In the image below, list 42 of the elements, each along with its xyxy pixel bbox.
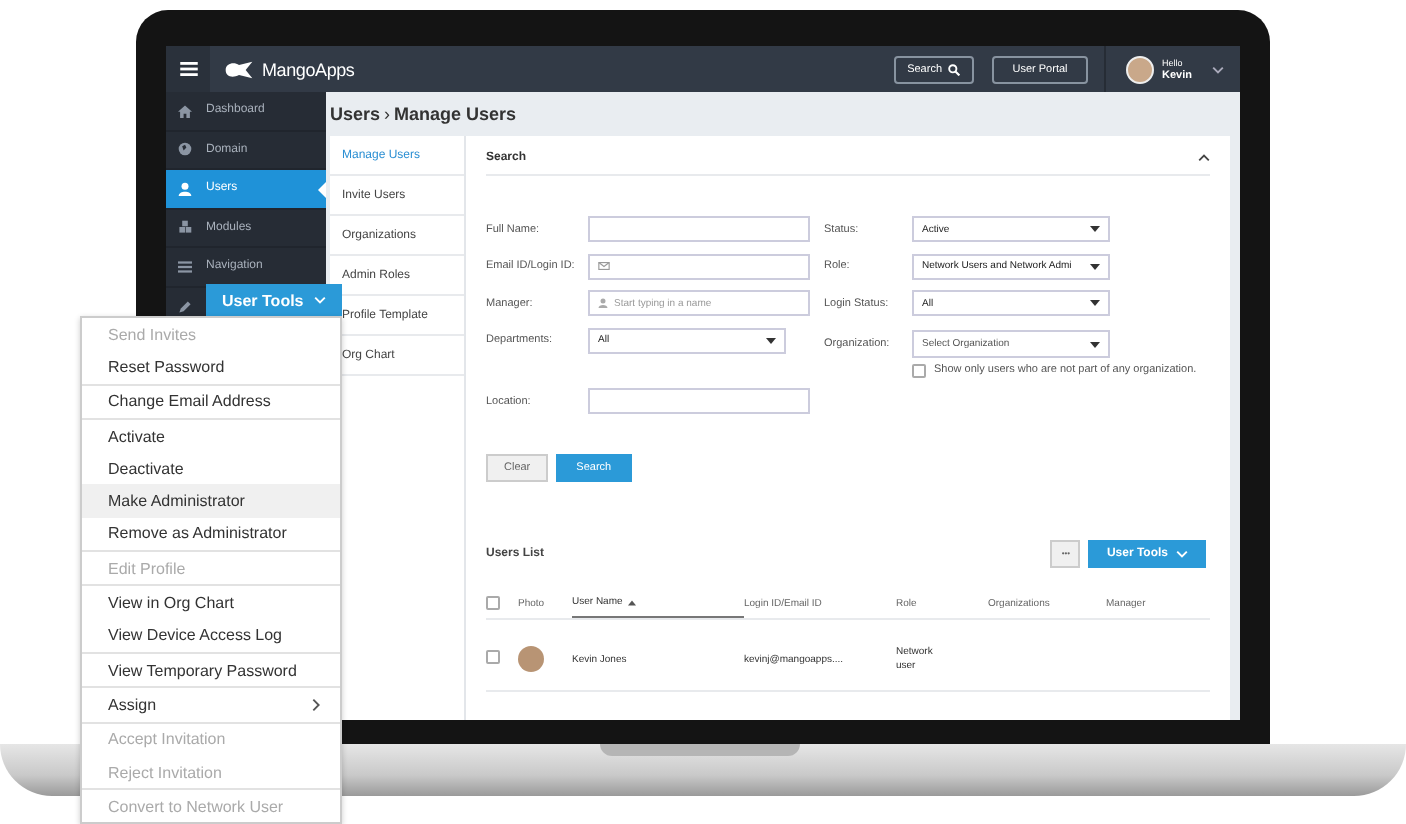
menu-item[interactable]: Deactivate: [82, 452, 340, 485]
search-icon: [948, 63, 961, 75]
user-avatar: [518, 646, 544, 672]
home-icon: [178, 103, 192, 118]
menu-item[interactable]: Change Email Address: [82, 385, 340, 418]
mango-logo-icon: [222, 59, 256, 79]
chevron-down-icon: [1212, 65, 1224, 73]
chevron-down-icon: [1176, 549, 1188, 557]
caret-down-icon: [766, 337, 776, 343]
menu-item[interactable]: View in Org Chart: [82, 586, 340, 620]
menu-item[interactable]: View Temporary Password: [82, 653, 340, 687]
envelope-icon: [598, 262, 610, 270]
checkbox[interactable]: [486, 650, 500, 664]
input-field[interactable]: [588, 216, 810, 242]
menu-item[interactable]: Assign: [82, 688, 340, 722]
menu-item[interactable]: View Device Access Log: [82, 619, 340, 652]
list-icon: [178, 259, 192, 274]
caret-down-icon: [1090, 300, 1100, 306]
menu-icon[interactable]: [179, 62, 197, 76]
chevron-down-icon: [313, 296, 326, 304]
person-icon: [598, 298, 608, 308]
menu-item[interactable]: Remove as Administrator: [82, 517, 340, 551]
cubes-icon: [178, 220, 192, 235]
chevron-right-icon: [312, 697, 320, 712]
input-field[interactable]: [588, 388, 810, 414]
globe-icon: [178, 142, 192, 157]
collapse-icon[interactable]: [1198, 154, 1210, 162]
caret-down-icon: [1090, 226, 1100, 232]
app-logo-text: MangoApps: [262, 59, 355, 79]
user-icon: [178, 181, 192, 196]
checkbox[interactable]: [486, 596, 500, 610]
input-field[interactable]: [588, 253, 810, 279]
menu-item[interactable]: Make Administrator: [82, 484, 340, 518]
page-title: Manage Users: [394, 104, 517, 124]
avatar: [1126, 55, 1155, 83]
caret-down-icon: [1090, 263, 1100, 269]
menu-item[interactable]: Activate: [82, 419, 340, 453]
sort-up-icon: [628, 599, 637, 605]
caret-down-icon: [1090, 341, 1100, 347]
checkbox[interactable]: [912, 363, 926, 377]
breadcrumb-section[interactable]: Users: [330, 104, 381, 124]
breadcrumb-separator: ›: [384, 104, 391, 124]
